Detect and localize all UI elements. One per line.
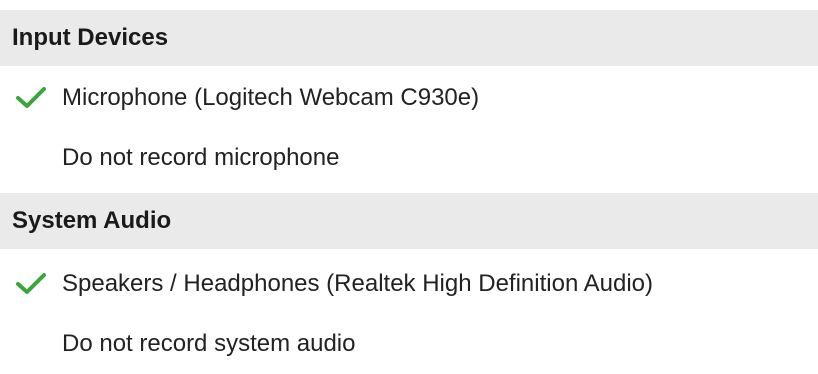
section-header-input-devices: Input Devices	[0, 10, 818, 66]
section-header-label: System Audio	[12, 207, 172, 234]
menu-item-speakers-realtek[interactable]: Speakers / Headphones (Realtek High Defi…	[0, 254, 818, 314]
menu-item-do-not-record-microphone[interactable]: Do not record microphone	[0, 128, 818, 188]
section-header-system-audio: System Audio	[0, 193, 818, 249]
menu-item-label: Speakers / Headphones (Realtek High Defi…	[62, 270, 654, 297]
checkmark-icon	[14, 271, 48, 297]
menu-item-label: Do not record microphone	[62, 144, 340, 171]
menu-item-microphone-logitech[interactable]: Microphone (Logitech Webcam C930e)	[0, 68, 818, 128]
section-header-label: Input Devices	[12, 24, 169, 51]
checkmark-icon	[14, 85, 48, 111]
menu-item-label: Microphone (Logitech Webcam C930e)	[62, 84, 480, 111]
menu-item-label: Do not record system audio	[62, 330, 356, 357]
menu-item-do-not-record-system-audio[interactable]: Do not record system audio	[0, 314, 818, 374]
audio-device-menu: Input Devices Microphone (Logitech Webca…	[0, 0, 818, 370]
